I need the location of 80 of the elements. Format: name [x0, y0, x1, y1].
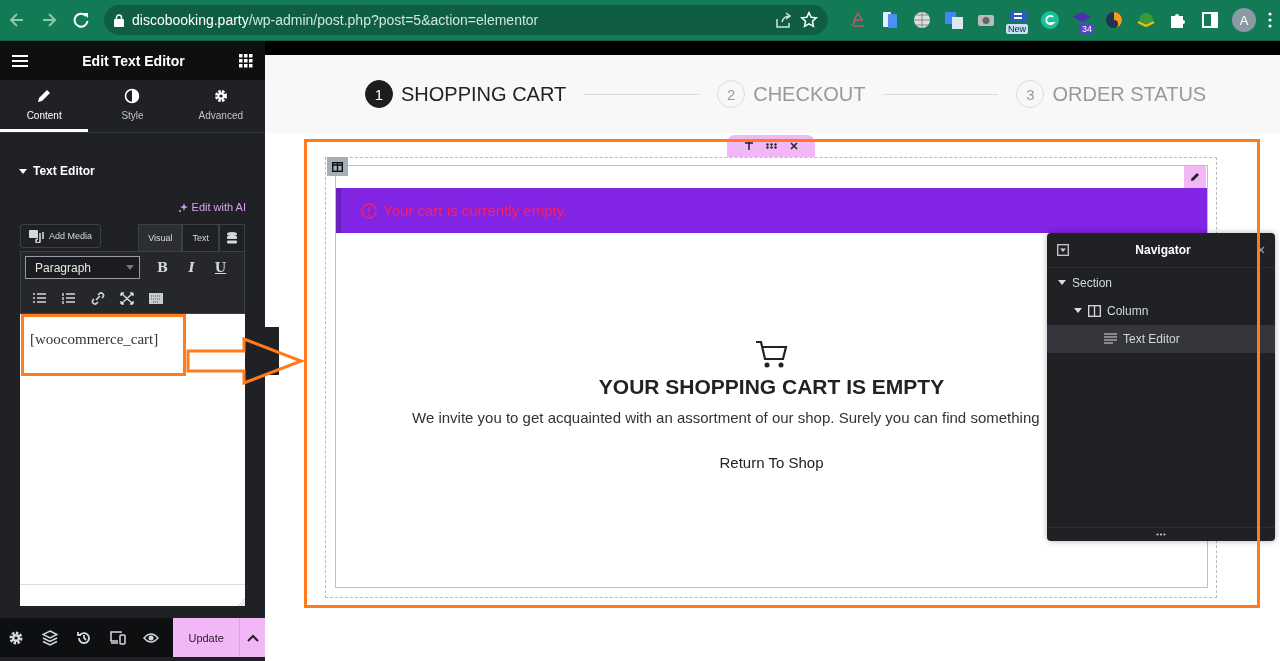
info-icon — [361, 202, 377, 219]
caret-down-icon[interactable] — [19, 168, 27, 174]
lock-icon — [114, 13, 124, 27]
half-circle-icon — [124, 88, 141, 104]
pencil-icon — [36, 88, 53, 104]
empty-cart-text: We invite you to get acquainted with an assortment of our shop. Surely you can find something — [412, 409, 1040, 426]
back-icon[interactable] — [8, 11, 26, 29]
gear-icon — [212, 88, 229, 104]
cart-notice: Your cart is currently empty. — [336, 188, 1207, 233]
grammar-icon[interactable] — [1040, 10, 1060, 30]
swirl-icon[interactable] — [1104, 10, 1124, 30]
collapse-icon[interactable] — [1057, 244, 1069, 256]
close-icon[interactable] — [789, 142, 798, 150]
editor-tab[interactable]: Text — [182, 224, 219, 251]
cart-icon — [754, 339, 789, 369]
caret-down-icon — [126, 265, 134, 270]
column-icon[interactable] — [332, 161, 343, 172]
panel-tab[interactable]: Advanced — [176, 80, 265, 132]
edit-with-ai-link[interactable]: Edit with AI — [177, 201, 246, 213]
history-icon[interactable] — [75, 629, 92, 646]
step-label: SHOPPING CART — [401, 82, 567, 106]
caret-up-icon[interactable] — [246, 633, 259, 642]
return-to-shop-link[interactable]: Return To Shop — [719, 454, 824, 471]
download-globe-icon[interactable] — [1136, 10, 1156, 30]
star-icon[interactable] — [800, 11, 818, 29]
numbered-list-icon[interactable] — [61, 291, 76, 305]
extension-badge: New — [1006, 24, 1028, 34]
navigator-title: Navigator — [1134, 243, 1192, 257]
step-label: CHECKOUT — [753, 82, 866, 106]
s-logo-icon[interactable] — [1008, 10, 1028, 22]
globe-icon[interactable] — [912, 10, 932, 30]
navigator-item[interactable]: Text Editor — [1047, 325, 1275, 353]
resize-grip-icon[interactable] — [237, 598, 245, 606]
sparkle-icon — [177, 201, 189, 213]
plus-icon[interactable] — [744, 142, 753, 150]
step-label: ORDER STATUS — [1052, 82, 1207, 106]
url-text: discobooking.party/wp-admin/post.php?post=5&action=elementor — [132, 12, 540, 28]
add-media-button[interactable]: Add Media — [20, 224, 102, 248]
translate-icon[interactable] — [944, 10, 964, 30]
fullscreen-icon[interactable] — [119, 291, 134, 305]
navigator-item[interactable]: Section — [1047, 269, 1275, 297]
close-icon[interactable] — [1257, 246, 1265, 254]
more-icon[interactable] — [1268, 12, 1272, 28]
column-icon — [1088, 305, 1101, 317]
keyboard-icon[interactable] — [148, 291, 163, 305]
media-icon — [29, 229, 45, 243]
drag-handle-icon[interactable] — [765, 143, 777, 149]
responsive-icon[interactable] — [109, 629, 126, 646]
reload-icon[interactable] — [72, 11, 90, 29]
database-icon[interactable] — [227, 232, 237, 244]
caret-down-icon[interactable] — [1058, 279, 1066, 287]
address-bar[interactable]: discobooking.party/wp-admin/post.php?post=5&action=elementor — [104, 5, 828, 35]
layers-icon[interactable] — [41, 629, 58, 646]
format-button[interactable]: B — [148, 256, 177, 279]
share-icon[interactable] — [774, 11, 792, 29]
menu-icon[interactable] — [12, 54, 28, 67]
apps-grid-icon[interactable] — [239, 53, 253, 68]
text-lines-icon — [1104, 333, 1117, 345]
panel-title: Edit Text Editor — [82, 52, 185, 69]
gear-icon[interactable] — [8, 629, 25, 646]
link-icon[interactable] — [90, 291, 105, 305]
navigator-item[interactable]: Column — [1047, 297, 1275, 325]
empty-cart-heading: YOUR SHOPPING CART IS EMPTY — [598, 375, 945, 399]
tablet-icon[interactable] — [880, 10, 900, 30]
panel-tab[interactable]: Style — [88, 80, 177, 132]
forward-icon[interactable] — [40, 11, 58, 29]
format-button[interactable]: U — [206, 256, 235, 279]
update-button[interactable]: Update — [173, 618, 240, 657]
section-title[interactable]: Text Editor — [33, 164, 95, 178]
editor-tab[interactable]: Visual — [138, 224, 183, 251]
pencil-icon[interactable] — [1190, 172, 1200, 182]
extension-badge: 34 — [1080, 24, 1094, 34]
caret-down-icon[interactable] — [1074, 307, 1082, 315]
format-button[interactable]: I — [177, 256, 206, 279]
format-dropdown[interactable]: Paragraph — [25, 256, 140, 279]
step-number: 1 — [365, 80, 393, 108]
panel-tab[interactable]: Content — [0, 80, 89, 132]
resize-handle-icon[interactable] — [1156, 533, 1166, 536]
sidebar-icon[interactable] — [1200, 10, 1220, 30]
bullet-list-icon[interactable] — [32, 291, 47, 305]
